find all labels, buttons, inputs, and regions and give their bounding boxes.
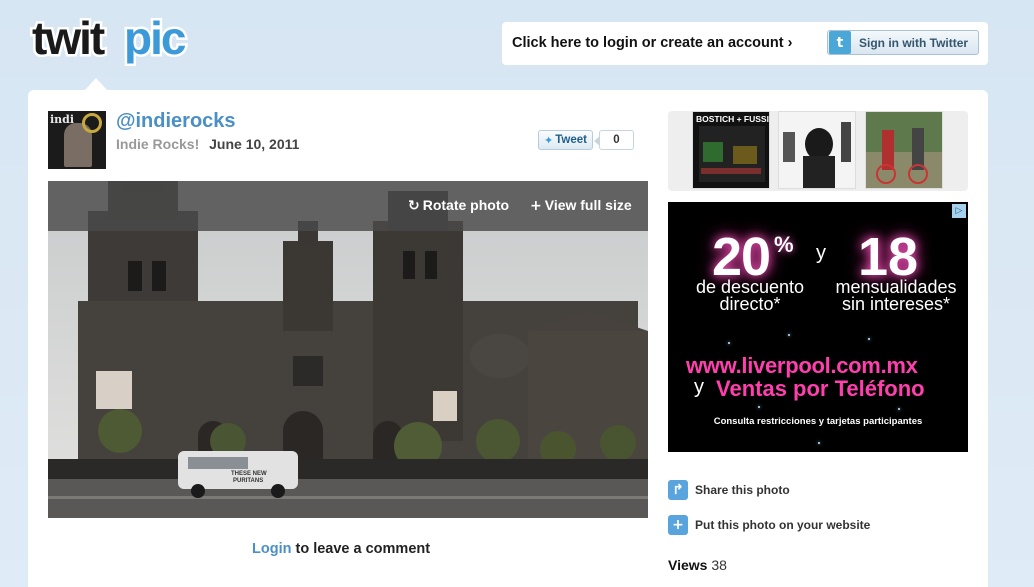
- ad-conjunction: y: [816, 242, 826, 264]
- twitter-bird-icon: t: [829, 31, 851, 54]
- thumbnail-2-image: [779, 112, 855, 188]
- post-date: June 10, 2011: [209, 136, 300, 152]
- ad-sparkle: [758, 406, 760, 408]
- ad-sparkle: [898, 408, 900, 410]
- display-name: Indie Rocks!: [116, 136, 200, 152]
- views-count: 38: [711, 557, 727, 573]
- van-text-line-2: PURITANS: [233, 478, 263, 484]
- plus-icon: +: [530, 198, 542, 214]
- view-full-size-link[interactable]: + View full size: [530, 197, 632, 214]
- rotate-photo-link[interactable]: ↻ Rotate photo: [408, 197, 509, 214]
- avatar[interactable]: indi: [48, 111, 106, 169]
- sign-in-with-twitter-label: Sign in with Twitter: [859, 35, 969, 50]
- avatar-text: indi: [50, 113, 75, 126]
- share-photo-link[interactable]: ↱ Share this photo: [668, 480, 790, 500]
- view-count: Views 38: [668, 557, 727, 573]
- comment-login-link[interactable]: Login: [252, 541, 291, 557]
- thumbnail-1-image: BOSTICH + FUSSIE: [693, 112, 770, 188]
- thumbnail-1[interactable]: BOSTICH + FUSSIE: [692, 111, 770, 189]
- view-full-size-label: View full size: [544, 197, 632, 213]
- tweet-button-label: Tweet: [555, 134, 587, 146]
- twitter-bird-icon: ✦: [544, 133, 554, 147]
- logo-text-twit: twit: [32, 12, 105, 64]
- ad-phone-sales: Ventas por Teléfono: [716, 376, 925, 401]
- twitpic-logo[interactable]: twit pic: [28, 12, 200, 76]
- main-panel: indi @indierocks Indie Rocks! June 10, 2…: [28, 90, 988, 587]
- sign-in-with-twitter-button[interactable]: t Sign in with Twitter: [827, 30, 979, 55]
- ad-sparkle: [728, 342, 730, 344]
- ad-percent-symbol: %: [774, 232, 794, 257]
- share-icon: ↱: [668, 480, 688, 500]
- rotate-icon: ↻: [408, 198, 420, 214]
- thumbnail-3-image: [866, 112, 942, 188]
- van-text-line-1: THESE NEW: [231, 471, 267, 477]
- thumbnail-next-arrow[interactable]: [950, 111, 968, 191]
- main-photo[interactable]: THESE NEW PURITANS ↻ Rotate photo + View f…: [48, 181, 648, 518]
- ad-sparkle: [788, 334, 790, 336]
- tweet-count: 0: [594, 130, 634, 150]
- thumbnail-strip: BOSTICH + FUSSIE: [668, 111, 968, 191]
- avatar-ring: [82, 113, 102, 133]
- ad-sparkle: [818, 442, 820, 444]
- login-create-account-link[interactable]: Click here to login or create an account…: [512, 35, 792, 51]
- share-photo-label: Share this photo: [695, 483, 790, 497]
- username-link[interactable]: @indierocks: [116, 110, 236, 133]
- liverpool-ad-banner[interactable]: ▷ 20 % y 18 de descuento directo* mensua…: [668, 202, 968, 452]
- thumbnail-2[interactable]: [778, 111, 856, 189]
- ad-sparkle: [868, 338, 870, 340]
- views-label: Views: [668, 557, 708, 573]
- ad-installments-text: mensualidades sin intereses*: [835, 277, 957, 314]
- twitpic-logo-graphic: twit pic: [30, 12, 191, 67]
- comment-prompt-text: to leave a comment: [291, 541, 431, 557]
- ad-disclaimer: Consulta restricciones y tarjetas partic…: [713, 416, 923, 427]
- plus-icon: +: [668, 515, 688, 535]
- post-meta: Indie Rocks! June 10, 2011: [116, 136, 299, 152]
- tweet-button[interactable]: ✦ Tweet: [538, 130, 593, 150]
- thumbnail-3[interactable]: [865, 111, 943, 189]
- thumbnail-prev-arrow[interactable]: [668, 111, 686, 191]
- cathedral-photo: THESE NEW PURITANS: [48, 181, 648, 518]
- embed-photo-link[interactable]: + Put this photo on your website: [668, 515, 870, 535]
- ad-conjunction-2: y: [694, 376, 704, 398]
- ad-discount-text: de descuento directo*: [695, 277, 805, 314]
- logo-text-pic: pic: [124, 12, 186, 64]
- embed-photo-label: Put this photo on your website: [695, 518, 871, 532]
- adchoices-icon[interactable]: ▷: [952, 204, 966, 218]
- photo-toolbar: ↻ Rotate photo + View full size: [48, 181, 648, 231]
- login-box: Click here to login or create an account…: [502, 22, 988, 65]
- comment-prompt: Login to leave a comment: [252, 541, 430, 557]
- thumbnail-1-text: BOSTICH + FUSSIE: [696, 114, 770, 124]
- rotate-photo-label: Rotate photo: [422, 197, 510, 213]
